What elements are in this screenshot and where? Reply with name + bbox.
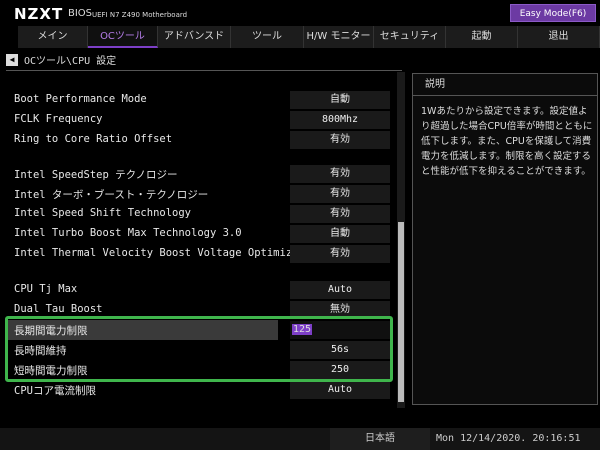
setting-row[interactable]: FCLK Frequency 800Mhz — [0, 110, 396, 130]
breadcrumb-text: OCツール\CPU 設定 — [24, 56, 117, 67]
setting-value[interactable]: 自動 — [290, 225, 390, 243]
tab-tools[interactable]: ツール — [231, 26, 304, 48]
setting-value[interactable]: Auto — [290, 281, 390, 299]
setting-label: Intel Turbo Boost Max Technology 3.0 — [14, 227, 242, 239]
setting-value-input[interactable]: 125 — [290, 321, 390, 339]
tab-main[interactable]: メイン — [18, 26, 88, 48]
main-tabs: メイン OCツール アドバンスド ツール H/W モニター セキュリティ 起動 … — [18, 26, 600, 48]
setting-value[interactable]: Auto — [290, 381, 390, 399]
header-bar: NZXT BIOS UEFI N7 Z490 Motherboard Easy … — [0, 0, 600, 26]
setting-value[interactable]: 800Mhz — [290, 111, 390, 129]
setting-label: 長時間維持 — [14, 345, 67, 357]
setting-value[interactable]: 有効 — [290, 165, 390, 183]
setting-row[interactable]: Intel SpeedStep テクノロジー 有効 — [0, 164, 396, 184]
setting-label: CPU Tj Max — [14, 283, 78, 295]
tab-boot[interactable]: 起動 — [446, 26, 518, 48]
setting-row[interactable]: Intel Thermal Velocity Boost Voltage Opt… — [0, 244, 396, 264]
easy-mode-button[interactable]: Easy Mode(F6) — [510, 4, 596, 22]
help-panel: 説明 1Wあたりから設定できます。設定値より超過した場合CPU倍率が時間とともに… — [412, 73, 598, 405]
bios-label: BIOS — [68, 8, 93, 19]
setting-label: Intel Thermal Velocity Boost Voltage Opt… — [14, 247, 331, 259]
setting-row[interactable]: CPUコア電流制限 Auto — [0, 380, 396, 400]
setting-label: CPUコア電流制限 — [14, 385, 96, 397]
tab-security[interactable]: セキュリティ — [374, 26, 446, 48]
brand-logo: NZXT — [14, 5, 64, 23]
setting-row[interactable]: 長時間維持 56s — [0, 340, 396, 360]
setting-row[interactable]: CPU Tj Max Auto — [0, 280, 396, 300]
setting-row[interactable]: Ring to Core Ratio Offset 有効 — [0, 130, 396, 150]
tab-exit[interactable]: 退出 — [518, 26, 600, 48]
scrollbar-thumb[interactable] — [398, 222, 404, 402]
selected-text: 125 — [292, 324, 313, 335]
setting-value[interactable]: 有効 — [290, 245, 390, 263]
setting-row[interactable]: 短時間電力制限 250 — [0, 360, 396, 380]
back-arrow-icon[interactable]: ◀ — [6, 53, 18, 66]
setting-label: Intel SpeedStep テクノロジー — [14, 169, 178, 181]
breadcrumb: ◀ OCツール\CPU 設定 — [6, 52, 116, 68]
setting-row[interactable]: Intel Speed Shift Technology 有効 — [0, 204, 396, 224]
setting-value[interactable]: 有効 — [290, 205, 390, 223]
setting-value[interactable]: 有効 — [290, 131, 390, 149]
setting-value[interactable]: 56s — [290, 341, 390, 359]
board-name: UEFI N7 Z490 Motherboard — [92, 11, 188, 19]
settings-list: Boot Performance Mode 自動 FCLK Frequency … — [0, 70, 396, 406]
setting-label: Boot Performance Mode — [14, 93, 147, 105]
tab-hw-monitor[interactable]: H/W モニター — [304, 26, 374, 48]
tab-oc-tools[interactable]: OCツール — [88, 26, 158, 48]
setting-label: Intel ターボ・ブースト・テクノロジー — [14, 189, 209, 201]
setting-label: Intel Speed Shift Technology — [14, 207, 192, 219]
scrollbar[interactable] — [397, 72, 405, 408]
setting-row[interactable]: Dual Tau Boost 無効 — [0, 300, 396, 320]
datetime: Mon 12/14/2020. 20:16:51 — [436, 433, 581, 444]
setting-row[interactable]: Intel ターボ・ブースト・テクノロジー 有効 — [0, 184, 396, 204]
setting-value[interactable]: 自動 — [290, 91, 390, 109]
setting-label: Ring to Core Ratio Offset — [14, 133, 173, 145]
setting-value[interactable]: 250 — [290, 361, 390, 379]
help-text: 1Wあたりから設定できます。設定値より超過した場合CPU倍率が時間とともに低下し… — [421, 106, 593, 177]
setting-label: 長期間電力制限 — [14, 325, 88, 337]
tab-advanced[interactable]: アドバンスド — [158, 26, 231, 48]
setting-value[interactable]: 有効 — [290, 185, 390, 203]
help-title: 説明 — [413, 74, 597, 96]
setting-label: Dual Tau Boost — [14, 303, 103, 315]
setting-row[interactable]: Boot Performance Mode 自動 — [0, 90, 396, 110]
setting-label: 短時間電力制限 — [14, 365, 88, 377]
setting-row-selected[interactable]: 長期間電力制限 125 — [0, 320, 396, 340]
setting-row[interactable]: Intel Turbo Boost Max Technology 3.0 自動 — [0, 224, 396, 244]
setting-value[interactable]: 無効 — [290, 301, 390, 319]
language-selector[interactable]: 日本語 — [330, 428, 430, 450]
setting-label: FCLK Frequency — [14, 113, 103, 125]
